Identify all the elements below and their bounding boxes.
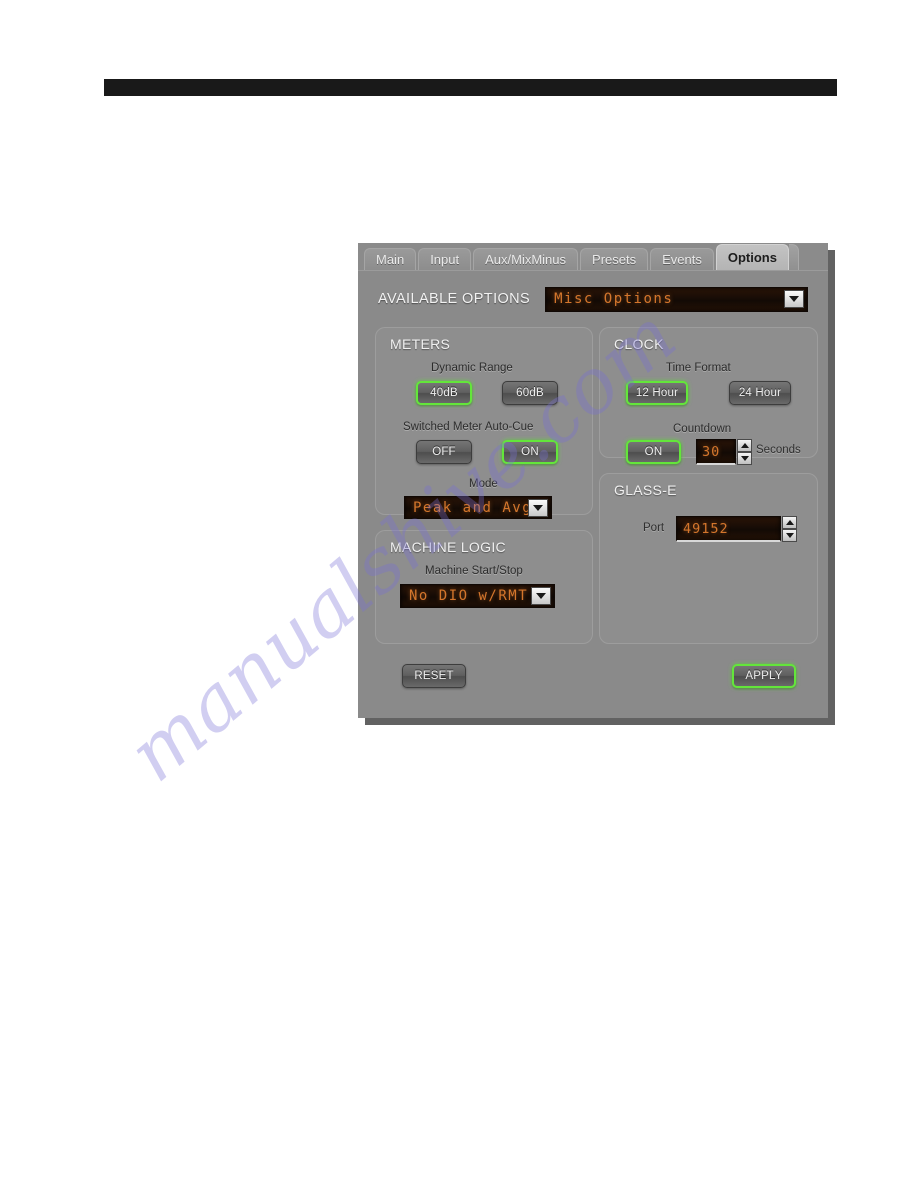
glass-e-port-field[interactable]: 49152 — [676, 516, 781, 542]
tab-strip-tail — [788, 244, 799, 270]
chevron-down-icon[interactable] — [784, 290, 805, 308]
chevron-down-icon[interactable] — [528, 498, 548, 517]
countdown-seconds-field[interactable]: 30 — [696, 439, 736, 465]
machine-start-stop-select[interactable]: No DIO w/RMT — [400, 584, 555, 608]
available-options-select[interactable]: Misc Options — [545, 286, 809, 312]
auto-cue-off-button[interactable]: OFF — [416, 440, 472, 464]
dynamic-range-40db-button[interactable]: 40dB — [416, 381, 472, 405]
tab-input[interactable]: Input — [418, 248, 472, 270]
glass-e-title: GLASS-E — [614, 482, 677, 498]
machine-start-stop-value: No DIO w/RMT — [409, 588, 529, 604]
countdown-seconds-value: 30 — [702, 443, 721, 460]
countdown-on-button[interactable]: ON — [626, 440, 681, 464]
meters-group: METERS Dynamic Range 40dB 60dB Switched … — [375, 327, 593, 519]
spinner-down-icon[interactable] — [782, 529, 797, 542]
chevron-down-icon[interactable] — [531, 587, 551, 605]
meter-mode-select[interactable]: Peak and Avg — [404, 496, 552, 519]
meter-mode-label: Mode — [469, 478, 498, 490]
countdown-units-label: Seconds — [756, 444, 801, 456]
reset-button[interactable]: RESET — [402, 664, 466, 688]
countdown-seconds-stepper[interactable]: 30 — [696, 439, 752, 465]
machine-logic-title: MACHINE LOGIC — [390, 539, 506, 555]
machine-logic-group: MACHINE LOGIC Machine Start/Stop No DIO … — [375, 530, 593, 644]
tab-bar: Main Input Aux/MixMinus Presets Events O… — [358, 243, 828, 270]
countdown-label: Countdown — [673, 423, 732, 435]
port-spin-buttons[interactable] — [782, 516, 797, 542]
spinner-down-icon[interactable] — [737, 452, 752, 465]
available-options-row: AVAILABLE OPTIONS Misc Options — [358, 285, 828, 313]
options-dialog: Main Input Aux/MixMinus Presets Events O… — [358, 243, 828, 718]
time-format-label: Time Format — [666, 362, 731, 374]
page-header-bar — [104, 79, 837, 96]
dialog-body: AVAILABLE OPTIONS Misc Options METERS Dy… — [358, 270, 828, 718]
tab-presets[interactable]: Presets — [580, 248, 649, 270]
clock-group: CLOCK Time Format 12 Hour 24 Hour Countd… — [599, 327, 818, 465]
tab-options[interactable]: Options — [715, 244, 789, 270]
spinner-up-icon[interactable] — [782, 516, 797, 529]
clock-title: CLOCK — [614, 336, 664, 352]
available-options-value: Misc Options — [554, 291, 674, 307]
tab-aux-mixminus[interactable]: Aux/MixMinus — [473, 248, 579, 270]
tab-events[interactable]: Events — [650, 248, 714, 270]
meter-mode-value: Peak and Avg — [413, 499, 533, 516]
port-label: Port — [643, 522, 665, 534]
auto-cue-label: Switched Meter Auto-Cue — [403, 421, 534, 433]
dynamic-range-label: Dynamic Range — [431, 362, 513, 374]
spinner-up-icon[interactable] — [737, 439, 752, 452]
glass-e-port-value: 49152 — [683, 520, 729, 537]
meters-title: METERS — [390, 336, 451, 352]
time-format-12hour-button[interactable]: 12 Hour — [626, 381, 688, 405]
countdown-spin-buttons[interactable] — [737, 439, 752, 465]
apply-button[interactable]: APPLY — [732, 664, 796, 688]
time-format-24hour-button[interactable]: 24 Hour — [729, 381, 791, 405]
glass-e-port-stepper[interactable]: 49152 — [676, 516, 797, 542]
machine-start-stop-label: Machine Start/Stop — [425, 565, 523, 577]
available-options-label: AVAILABLE OPTIONS — [378, 291, 531, 307]
auto-cue-on-button[interactable]: ON — [502, 440, 558, 464]
dynamic-range-60db-button[interactable]: 60dB — [502, 381, 558, 405]
glass-e-group: GLASS-E Port 49152 — [599, 473, 818, 644]
tab-main[interactable]: Main — [364, 248, 417, 270]
